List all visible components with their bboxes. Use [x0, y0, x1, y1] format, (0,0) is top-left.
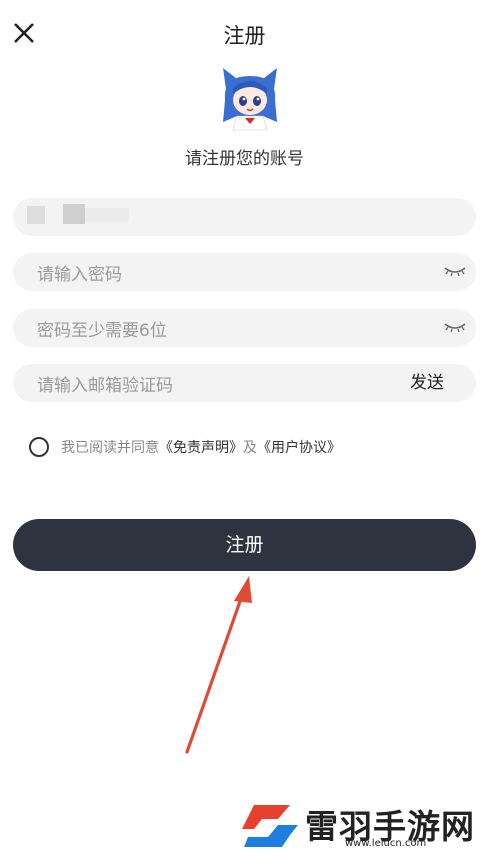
password-input[interactable]: 请输入密码	[13, 253, 476, 291]
register-button[interactable]: 注册	[13, 519, 476, 571]
page-title: 注册	[223, 24, 266, 48]
mascot-avatar	[223, 68, 277, 131]
masked-account-block	[85, 208, 129, 222]
password-placeholder: 请输入密码	[37, 264, 122, 285]
agreement-row: 我已阅读并同意 《免责声明》 及 《用户协议》	[29, 436, 341, 458]
agreement-prefix: 我已阅读并同意	[61, 440, 159, 456]
eye-closed-icon[interactable]	[444, 319, 466, 335]
disclaimer-link[interactable]: 《免责声明》	[159, 437, 243, 457]
masked-account-block	[63, 204, 85, 224]
send-code-button[interactable]: 发送	[410, 364, 444, 402]
email-code-placeholder: 请输入邮箱验证码	[37, 375, 173, 396]
eye-closed-icon[interactable]	[444, 263, 466, 279]
email-code-input[interactable]: 请输入邮箱验证码 发送	[13, 364, 476, 402]
user-agreement-link[interactable]: 《用户协议》	[257, 437, 341, 457]
subtitle: 请注册您的账号	[185, 149, 304, 169]
masked-account-block	[27, 206, 45, 224]
account-input[interactable]	[13, 198, 476, 236]
agree-checkbox[interactable]	[29, 437, 49, 457]
agreement-connector: 及	[243, 440, 257, 456]
confirm-password-input[interactable]: 密码至少需要6位	[13, 309, 476, 347]
watermark-url: www.leiucn.com	[345, 838, 427, 849]
confirm-password-placeholder: 密码至少需要6位	[37, 320, 167, 341]
